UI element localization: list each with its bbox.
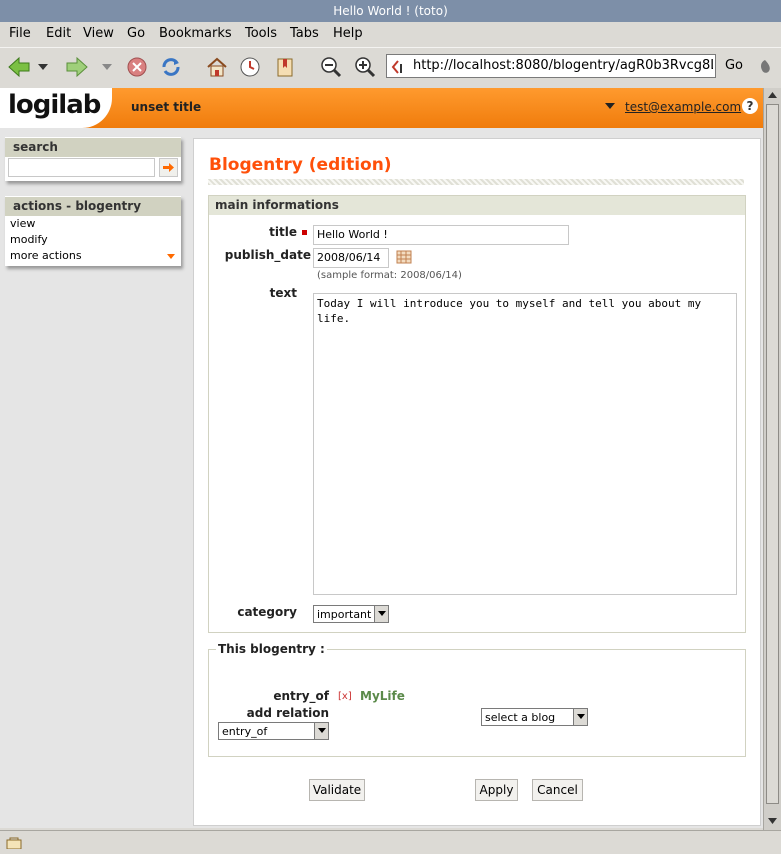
scroll-up-icon[interactable] [764, 88, 781, 102]
required-marker-icon [302, 230, 307, 235]
chevron-down-icon [573, 709, 587, 725]
page-icon [391, 59, 407, 78]
title-label: title [269, 225, 297, 239]
relations-legend: This blogentry : [216, 642, 327, 656]
throbber-icon [754, 54, 776, 80]
chevron-down-icon [314, 723, 328, 739]
publish-date-input[interactable]: 2008/06/14 [313, 248, 389, 268]
forward-icon[interactable] [64, 54, 90, 80]
url-bar[interactable]: http://localhost:8080/blogentry/agR0b3Rv… [386, 54, 716, 78]
security-lock-icon [6, 835, 22, 852]
menu-edit[interactable]: Edit [46, 26, 71, 41]
title-input[interactable]: Hello World ! [313, 225, 569, 245]
relation-type-value: entry_of [222, 725, 268, 738]
stop-icon[interactable] [124, 54, 150, 80]
scroll-down-icon[interactable] [764, 814, 781, 828]
logilab-logo[interactable]: logilab [0, 88, 112, 128]
history-icon[interactable] [237, 54, 263, 80]
section-title: main informations [209, 196, 745, 215]
chevron-down-icon [374, 606, 388, 622]
apply-button[interactable]: Apply [475, 779, 518, 801]
home-icon[interactable] [204, 54, 230, 80]
main-informations-section: main informations title Hello World ! pu… [208, 195, 746, 633]
publish-date-hint: (sample format: 2008/06/14) [317, 270, 462, 281]
action-view[interactable]: view [10, 217, 35, 230]
entry-of-label: entry_of [273, 689, 329, 703]
arrow-right-icon [163, 163, 174, 172]
help-icon[interactable]: ? [742, 98, 758, 114]
category-label: category [237, 605, 297, 619]
add-relation-label: add relation [246, 706, 329, 720]
back-history-dropdown-icon[interactable] [36, 54, 50, 80]
main-content: Blogentry (edition) main informations ti… [193, 138, 761, 826]
cancel-button[interactable]: Cancel [532, 779, 583, 801]
page-heading: Blogentry (edition) [209, 155, 392, 175]
publish-date-label: publish_date [224, 248, 311, 262]
more-actions-chevron-icon[interactable] [167, 254, 175, 259]
text-area[interactable]: Today I will introduce you to myself and… [313, 293, 737, 595]
scrollbar-thumb[interactable] [766, 104, 779, 804]
go-button[interactable]: Go [720, 54, 748, 78]
web-viewport: logilab unset title test@example.com ? s… [0, 88, 763, 828]
forward-history-dropdown-icon[interactable] [100, 54, 114, 80]
url-text[interactable]: http://localhost:8080/blogentry/agR0b3Rv… [413, 58, 713, 73]
validate-button[interactable]: Validate [309, 779, 365, 801]
zoom-out-icon[interactable] [318, 54, 344, 80]
category-select[interactable]: important [313, 605, 389, 623]
relations-fieldset: This blogentry : entry_of [x] MyLife add… [208, 642, 746, 757]
menu-help[interactable]: Help [333, 26, 363, 41]
window-title: Hello World ! (toto) [0, 0, 781, 23]
actions-box: actions - blogentry view modify more act… [5, 196, 181, 266]
category-value: important [317, 608, 372, 621]
user-menu-chevron-icon[interactable] [605, 103, 615, 109]
reload-icon[interactable] [158, 54, 184, 80]
navigation-toolbar: http://localhost:8080/blogentry/agR0b3Rv… [0, 47, 781, 89]
search-box: search [5, 137, 181, 181]
vertical-scrollbar[interactable] [763, 88, 781, 830]
menu-go[interactable]: Go [127, 26, 145, 41]
blog-target-select[interactable]: select a blog [481, 708, 588, 726]
site-header: logilab unset title test@example.com ? [0, 88, 763, 128]
page-title: unset title [131, 100, 202, 114]
action-modify[interactable]: modify [10, 233, 48, 246]
user-link[interactable]: test@example.com [625, 100, 741, 114]
search-submit-button[interactable] [159, 158, 178, 177]
menu-view[interactable]: View [83, 26, 114, 41]
search-title: search [5, 137, 181, 157]
remove-relation-button[interactable]: [x] [338, 691, 352, 702]
calendar-icon[interactable] [396, 250, 412, 267]
menu-tools[interactable]: Tools [245, 26, 277, 41]
menubar: File Edit View Go Bookmarks Tools Tabs H… [0, 22, 781, 46]
status-bar [0, 830, 781, 854]
menu-bookmarks[interactable]: Bookmarks [159, 26, 232, 41]
action-more-actions[interactable]: more actions [10, 249, 82, 262]
menu-tabs[interactable]: Tabs [290, 26, 319, 41]
menu-file[interactable]: File [9, 26, 31, 41]
text-label: text [269, 286, 297, 300]
search-input[interactable] [8, 158, 155, 177]
bookmarks-icon[interactable] [272, 54, 298, 80]
zoom-in-icon[interactable] [352, 54, 378, 80]
blog-target-value: select a blog [485, 711, 556, 724]
relation-type-select[interactable]: entry_of [218, 722, 329, 740]
actions-title: actions - blogentry [5, 196, 181, 216]
entry-of-link[interactable]: MyLife [360, 689, 405, 703]
logo-text: logilab [8, 90, 101, 120]
heading-divider [208, 179, 744, 185]
back-icon[interactable] [6, 54, 32, 80]
